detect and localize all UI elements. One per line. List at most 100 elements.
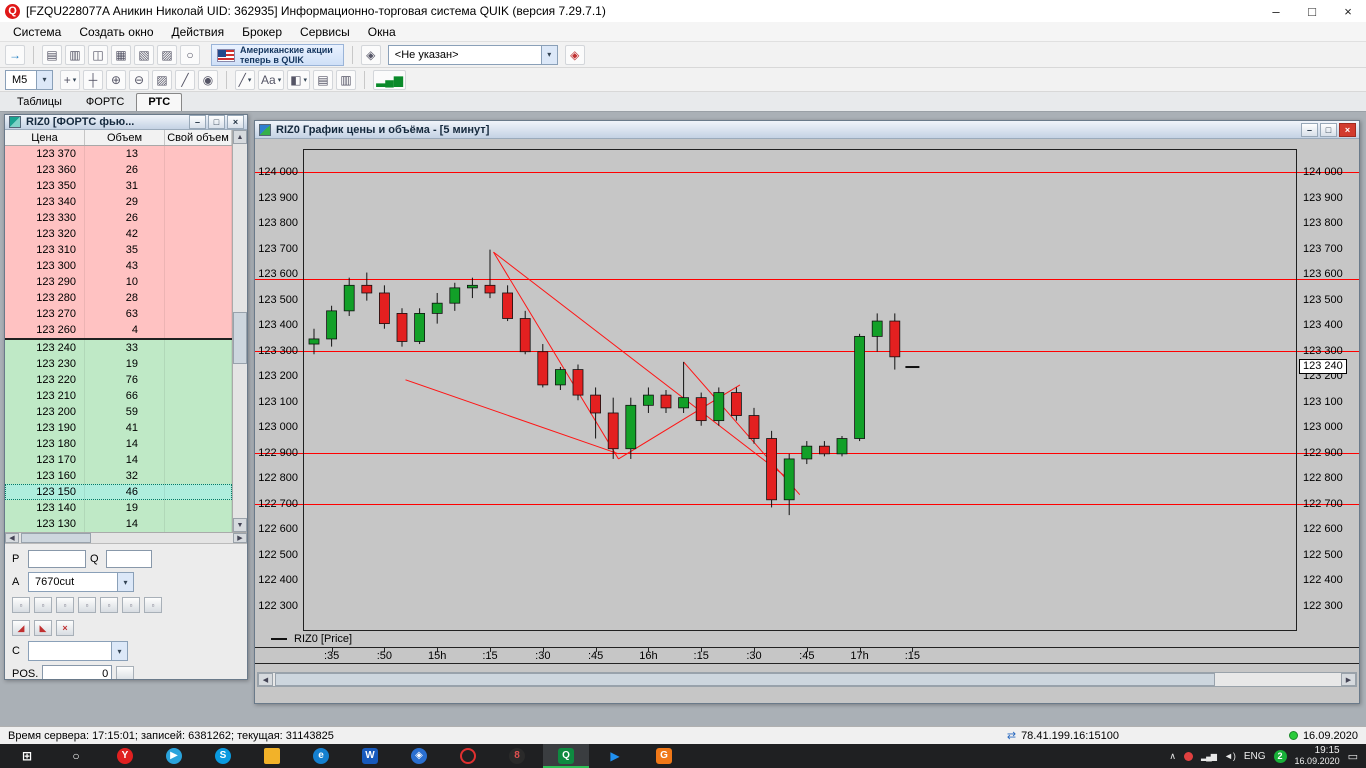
position-settings-button[interactable] <box>116 666 135 679</box>
search-icon[interactable]: ○ <box>180 44 200 65</box>
orderbook-maximize-button[interactable]: □ <box>208 115 225 129</box>
scrollbar-thumb[interactable] <box>275 673 1215 686</box>
order-preset-button[interactable]: ▫ <box>34 597 52 613</box>
scroll-up-button[interactable]: ▲ <box>233 130 247 144</box>
orderbook-row[interactable]: 123 170 14 <box>5 452 232 468</box>
tab-tables[interactable]: Таблицы <box>5 93 74 111</box>
orderbook-row[interactable]: 123 340 29 <box>5 194 232 210</box>
edge-browser-icon[interactable]: e <box>298 744 344 768</box>
scroll-left-button[interactable]: ◀ <box>5 533 19 543</box>
maximize-button[interactable]: □ <box>1294 0 1330 22</box>
orderbook-horizontal-scrollbar[interactable]: ◀ ▶ <box>5 532 247 544</box>
action-center-icon[interactable]: ▭ <box>1348 750 1358 763</box>
orderbook-row[interactable]: 123 360 26 <box>5 162 232 178</box>
cancel-orders-button[interactable]: × <box>56 620 74 636</box>
chart-maximize-button[interactable]: □ <box>1320 122 1337 137</box>
client-code-dropdown[interactable]: ▾ <box>28 641 128 661</box>
orderbook-row[interactable]: 123 310 35 <box>5 242 232 258</box>
volume-bars-icon[interactable]: ▂▄▆ <box>373 69 407 90</box>
minimize-button[interactable]: – <box>1258 0 1294 22</box>
orderbook-row[interactable]: 123 180 14 <box>5 436 232 452</box>
scrollbar-thumb[interactable] <box>21 533 91 543</box>
chart-minimize-button[interactable]: – <box>1301 122 1318 137</box>
tray-app-icon[interactable] <box>1183 751 1193 761</box>
scroll-left-button[interactable]: ◀ <box>258 673 273 686</box>
orderbook-row[interactable]: 123 300 43 <box>5 258 232 274</box>
new-window-icon[interactable]: ◫ <box>88 44 108 65</box>
orderbook-row[interactable]: 123 370 13 <box>5 146 232 162</box>
menu-windows[interactable]: Окна <box>359 23 405 41</box>
quotes-icon[interactable]: ▧ <box>134 44 154 65</box>
volume-icon[interactable]: ◄) <box>1224 751 1236 761</box>
promo-banner[interactable]: Американские акции теперь в QUIK <box>211 43 344 66</box>
opera-browser-icon[interactable] <box>445 744 491 768</box>
orderbook-row[interactable]: 123 240 33 <box>5 340 232 356</box>
orderbook-minimize-button[interactable]: – <box>189 115 206 129</box>
buy-button[interactable]: ◢ <box>12 620 30 636</box>
text-tool-icon[interactable]: Aa ▾ <box>258 69 285 90</box>
orderbook-row[interactable]: 123 260 4 <box>5 322 232 338</box>
menu-create-window[interactable]: Создать окно <box>70 23 162 41</box>
connect-arrow-icon[interactable]: → <box>5 44 25 65</box>
scrollbar-thumb[interactable] <box>233 312 247 364</box>
chart-titlebar[interactable]: RIZ0 График цены и объёма - [5 минут] – … <box>255 121 1359 139</box>
table-icon[interactable]: ▦ <box>111 44 131 65</box>
chart-close-button[interactable]: × <box>1339 122 1356 137</box>
news-icon[interactable]: ▨ <box>157 44 177 65</box>
orderbook-row[interactable]: 123 290 10 <box>5 274 232 290</box>
order-preset-button[interactable]: ▫ <box>100 597 118 613</box>
orderbook-row[interactable]: 123 330 26 <box>5 210 232 226</box>
quik-icon[interactable]: Q <box>543 744 589 768</box>
line-tool-icon[interactable]: ╱ ▾ <box>235 69 255 90</box>
orderbook-row[interactable]: 123 140 19 <box>5 500 232 516</box>
chart-scrollbar[interactable]: ◀ ▶ <box>257 672 1357 687</box>
client-account-dropdown[interactable]: 7670cut ▾ <box>28 572 134 592</box>
export-icon[interactable]: ▥ <box>65 44 85 65</box>
position-input[interactable] <box>42 665 113 679</box>
menu-actions[interactable]: Действия <box>163 23 234 41</box>
orderbook-row[interactable]: 123 280 28 <box>5 290 232 306</box>
orderbook-row[interactable]: 123 320 42 <box>5 226 232 242</box>
orderbook-row[interactable]: 123 150 46 <box>5 484 232 500</box>
orderbook-row[interactable]: 123 190 41 <box>5 420 232 436</box>
order-preset-button[interactable]: ▫ <box>56 597 74 613</box>
orderbook-titlebar[interactable]: RIZ0 [ФОРТС фью... – □ × <box>5 115 247 130</box>
orderbook-row[interactable]: 123 130 14 <box>5 516 232 532</box>
timeframe-dropdown[interactable]: M5 ▾ <box>5 69 53 90</box>
chart-plot[interactable] <box>303 149 1297 631</box>
gom-pdf-icon[interactable]: G <box>641 744 687 768</box>
print-icon[interactable]: ▤ <box>42 44 62 65</box>
orderbook-vertical-scrollbar[interactable]: ▲ ▼ <box>232 130 247 532</box>
orderbook-row[interactable]: 123 230 19 <box>5 356 232 372</box>
order-preset-button[interactable]: ▫ <box>12 597 30 613</box>
strategy-edit-icon[interactable]: ◈ <box>564 44 585 65</box>
order-preset-button[interactable]: ▫ <box>122 597 140 613</box>
cursor-move-icon[interactable]: ┼ <box>83 69 103 90</box>
chevron-down-icon[interactable]: ▾ <box>117 573 133 591</box>
orderbook-row[interactable]: 123 200 59 <box>5 404 232 420</box>
orderbook-row[interactable]: 123 220 76 <box>5 372 232 388</box>
close-button[interactable]: × <box>1330 0 1366 22</box>
orderbook-row[interactable]: 123 350 31 <box>5 178 232 194</box>
start-button[interactable]: ⊞ <box>4 744 50 768</box>
skype-icon[interactable]: S <box>200 744 246 768</box>
account-dropdown[interactable]: <Не указан> ▾ <box>387 44 558 65</box>
add-indicator-button[interactable]: + ▾ <box>60 69 80 90</box>
pattern-tool-icon[interactable]: ▤ <box>313 69 334 90</box>
tab-forts[interactable]: ФОРТС <box>74 93 136 111</box>
chevron-down-icon[interactable]: ▾ <box>111 642 127 660</box>
network-icon[interactable]: ▂▄▆ <box>1201 752 1217 761</box>
app-blue-icon[interactable]: ◈ <box>396 744 442 768</box>
o8-app-icon[interactable]: 8 <box>494 744 540 768</box>
orderbook-row[interactable]: 123 270 63 <box>5 306 232 322</box>
orderbook-row[interactable]: 123 210 66 <box>5 388 232 404</box>
hatch-tool-icon[interactable]: ▥ <box>336 69 357 90</box>
scroll-down-button[interactable]: ▼ <box>233 518 247 532</box>
sell-button[interactable]: ◣ <box>34 620 52 636</box>
menu-services[interactable]: Сервисы <box>291 23 359 41</box>
search-button[interactable]: ○ <box>53 744 99 768</box>
media-play-icon[interactable]: ▶ <box>592 744 638 768</box>
order-preset-button[interactable]: ▫ <box>78 597 96 613</box>
chevron-down-icon[interactable]: ▾ <box>36 70 52 89</box>
price-input[interactable] <box>28 550 86 568</box>
